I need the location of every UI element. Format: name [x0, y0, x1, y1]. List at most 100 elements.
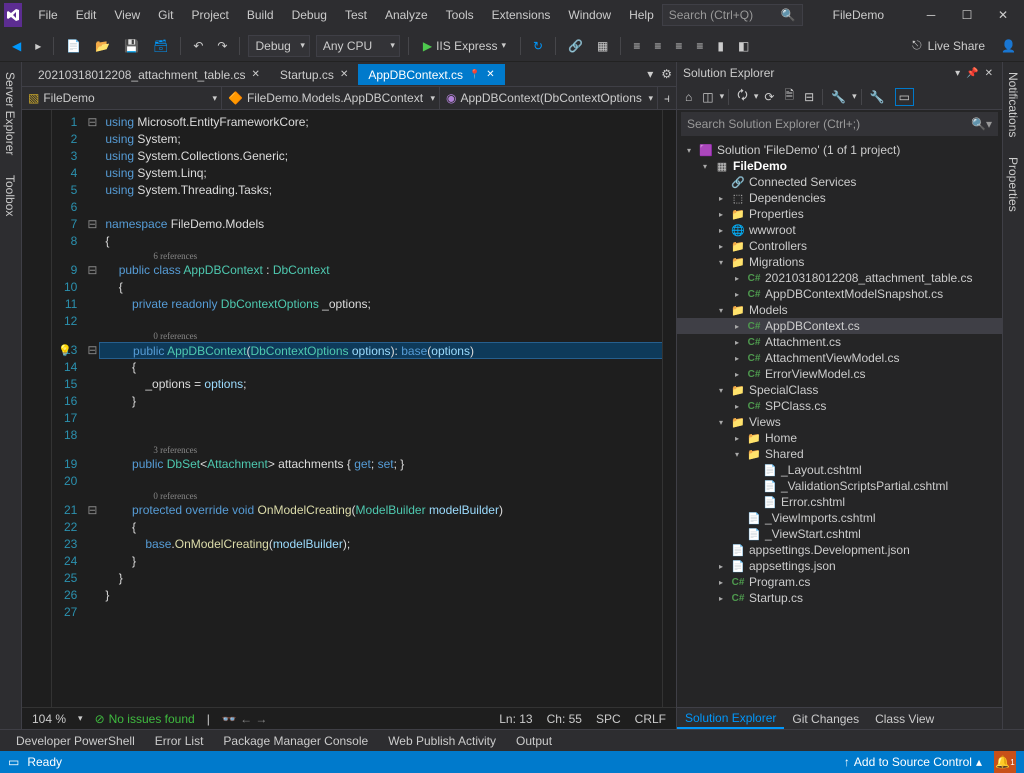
- window-position-icon[interactable]: ▾: [952, 68, 963, 79]
- expander-icon[interactable]: ▾: [715, 418, 727, 427]
- tree-item[interactable]: 📄Error.cshtml: [677, 494, 1002, 510]
- tool-window-tab[interactable]: Output: [508, 732, 560, 750]
- tool-window-tab[interactable]: Package Manager Console: [215, 732, 376, 750]
- sync-icon[interactable]: ⟳: [760, 88, 778, 106]
- expander-icon[interactable]: ▸: [715, 226, 727, 235]
- menu-tools[interactable]: Tools: [438, 4, 482, 26]
- tree-item[interactable]: 🔗Connected Services: [677, 174, 1002, 190]
- tree-item[interactable]: ▸C#20210318012208_attachment_table.cs: [677, 270, 1002, 286]
- maximize-button[interactable]: ☐: [950, 3, 984, 27]
- close-button[interactable]: ✕: [986, 3, 1020, 27]
- tool-window-tab[interactable]: Error List: [147, 732, 212, 750]
- tree-item[interactable]: ▸C#ErrorViewModel.cs: [677, 366, 1002, 382]
- menu-edit[interactable]: Edit: [68, 4, 105, 26]
- open-button[interactable]: 📂: [91, 37, 114, 55]
- tree-item[interactable]: ▾📁Views: [677, 414, 1002, 430]
- tree-item[interactable]: ▾▦FileDemo: [677, 158, 1002, 174]
- expander-icon[interactable]: ▸: [731, 274, 743, 283]
- tb-icon[interactable]: ≡: [671, 37, 686, 55]
- tb-icon[interactable]: ◧: [734, 37, 753, 55]
- expander-icon[interactable]: ▾: [715, 306, 727, 315]
- tool-window-tab[interactable]: Developer PowerShell: [8, 732, 143, 750]
- menu-test[interactable]: Test: [337, 4, 375, 26]
- expander-icon[interactable]: ▾: [715, 258, 727, 267]
- side-tab[interactable]: Toolbox: [0, 165, 21, 226]
- panel-tab[interactable]: Git Changes: [784, 708, 867, 729]
- tree-item[interactable]: ▸⬚Dependencies: [677, 190, 1002, 206]
- tree-item[interactable]: ▸📁Home: [677, 430, 1002, 446]
- close-tab-icon[interactable]: ✕: [252, 69, 260, 80]
- refresh-icon[interactable]: ↻: [529, 37, 547, 55]
- menu-build[interactable]: Build: [239, 4, 282, 26]
- close-tab-icon[interactable]: ✕: [340, 69, 348, 80]
- show-all-icon[interactable]: 🗎: [780, 84, 798, 109]
- tree-item[interactable]: ▸C#AttachmentViewModel.cs: [677, 350, 1002, 366]
- expander-icon[interactable]: ▸: [731, 370, 743, 379]
- expander-icon[interactable]: ▾: [715, 386, 727, 395]
- menu-window[interactable]: Window: [560, 4, 619, 26]
- tree-item[interactable]: 📄_ValidationScriptsPartial.cshtml: [677, 478, 1002, 494]
- tb-icon[interactable]: ≡: [692, 37, 707, 55]
- expander-icon[interactable]: ▸: [731, 402, 743, 411]
- menu-extensions[interactable]: Extensions: [484, 4, 559, 26]
- tree-item[interactable]: ▾📁Migrations: [677, 254, 1002, 270]
- scrollbar[interactable]: [662, 110, 676, 707]
- notifications-button[interactable]: 🔔1: [994, 751, 1016, 773]
- side-tab[interactable]: Server Explorer: [0, 62, 21, 165]
- config-select[interactable]: Debug: [248, 35, 309, 57]
- menu-file[interactable]: File: [30, 4, 65, 26]
- side-tab[interactable]: Properties: [1003, 147, 1024, 222]
- expander-icon[interactable]: ▸: [715, 562, 727, 571]
- tab-overflow-icon[interactable]: ⚙: [657, 67, 676, 81]
- home-icon[interactable]: ⌂: [681, 88, 696, 106]
- tree-item[interactable]: 📄_ViewImports.cshtml: [677, 510, 1002, 526]
- expander-icon[interactable]: ▸: [731, 322, 743, 331]
- expander-icon[interactable]: ▾: [731, 450, 743, 459]
- panel-tab[interactable]: Class View: [867, 708, 942, 729]
- preview-icon[interactable]: 🔧: [866, 88, 889, 106]
- expander-icon[interactable]: ▸: [731, 434, 743, 443]
- tool-window-tab[interactable]: Web Publish Activity: [380, 732, 504, 750]
- nav-fwd-button[interactable]: ▸: [31, 37, 45, 55]
- document-tab[interactable]: 20210318012208_attachment_table.cs✕: [28, 64, 270, 85]
- browser-link-icon[interactable]: 🔗: [564, 37, 587, 55]
- menu-debug[interactable]: Debug: [284, 4, 335, 26]
- tree-item[interactable]: ▸C#SPClass.cs: [677, 398, 1002, 414]
- solution-search[interactable]: Search Solution Explorer (Ctrl+;)🔍▾: [681, 112, 998, 136]
- undo-button[interactable]: ↶: [189, 37, 207, 55]
- menu-git[interactable]: Git: [150, 4, 181, 26]
- zoom-level[interactable]: 104 %: [32, 712, 66, 726]
- side-tab[interactable]: Notifications: [1003, 62, 1024, 147]
- properties-icon[interactable]: 🔧: [827, 88, 850, 106]
- pin-icon[interactable]: 📌: [963, 68, 981, 79]
- tree-item[interactable]: 📄_Layout.cshtml: [677, 462, 1002, 478]
- close-panel-icon[interactable]: ✕: [982, 68, 996, 79]
- minimize-button[interactable]: ─: [914, 3, 948, 27]
- tree-item[interactable]: ▸C#Startup.cs: [677, 590, 1002, 606]
- tree-item[interactable]: ▸🌐wwwroot: [677, 222, 1002, 238]
- source-control-button[interactable]: ↑ Add to Source Control ▴: [836, 755, 990, 769]
- save-all-button[interactable]: 🗃: [149, 37, 172, 55]
- tree-item[interactable]: ▸C#AppDBContextModelSnapshot.cs: [677, 286, 1002, 302]
- tree-item[interactable]: 📄appsettings.Development.json: [677, 542, 1002, 558]
- tree-item[interactable]: ▾📁SpecialClass: [677, 382, 1002, 398]
- tb-icon[interactable]: ≡: [650, 37, 665, 55]
- menu-analyze[interactable]: Analyze: [377, 4, 436, 26]
- expander-icon[interactable]: ▾: [683, 146, 695, 155]
- tree-item[interactable]: ▸📁Controllers: [677, 238, 1002, 254]
- tb-icon[interactable]: ▮: [713, 37, 728, 55]
- nav-project[interactable]: ▧FileDemo: [22, 87, 222, 109]
- expander-icon[interactable]: ▸: [715, 578, 727, 587]
- tab-overflow-icon[interactable]: ▾: [643, 67, 657, 81]
- liveshare-button[interactable]: ⎋Live Share👤: [912, 38, 1016, 53]
- tree-item[interactable]: ▾📁Shared: [677, 446, 1002, 462]
- new-item-button[interactable]: 📄: [62, 37, 85, 55]
- expander-icon[interactable]: ▸: [731, 338, 743, 347]
- indent-indicator[interactable]: SPC: [596, 712, 621, 726]
- menu-view[interactable]: View: [106, 4, 148, 26]
- document-tab[interactable]: AppDBContext.cs📍✕: [358, 64, 504, 85]
- panel-tab[interactable]: Solution Explorer: [677, 708, 784, 729]
- nav-back-button[interactable]: ◀: [8, 37, 25, 55]
- run-button[interactable]: ▶IIS Express▾: [417, 39, 512, 53]
- split-icon[interactable]: ⫞: [658, 87, 676, 109]
